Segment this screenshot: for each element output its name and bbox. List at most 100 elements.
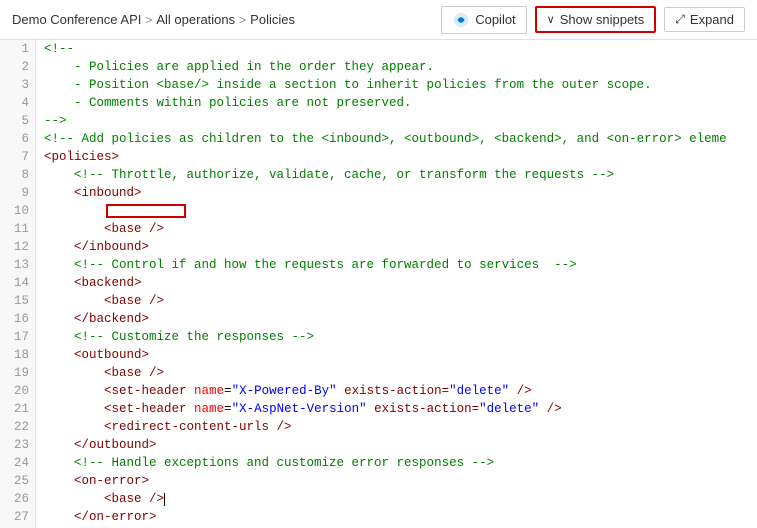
breadcrumb-part1[interactable]: Demo Conference API bbox=[12, 12, 141, 27]
line-number: 3 bbox=[0, 76, 35, 94]
line-number: 23 bbox=[0, 436, 35, 454]
code-line: <!-- Throttle, authorize, validate, cach… bbox=[36, 166, 757, 184]
line-number: 19 bbox=[0, 364, 35, 382]
text-cursor bbox=[164, 493, 165, 506]
line-number: 22 bbox=[0, 418, 35, 436]
expand-button[interactable]: ⤢ Expand bbox=[664, 7, 745, 32]
breadcrumb-part2[interactable]: All operations bbox=[156, 12, 235, 27]
code-area[interactable]: <!-- - Policies are applied in the order… bbox=[36, 40, 757, 528]
tag-token: </inbound> bbox=[44, 238, 149, 256]
tag-token: exists-action= bbox=[367, 400, 480, 418]
comment-token: - Comments within policies are not prese… bbox=[44, 94, 412, 112]
line-number: 11 bbox=[0, 220, 35, 238]
comment-token: <!-- Customize the responses --> bbox=[44, 328, 314, 346]
tag-token: <base /> bbox=[44, 364, 164, 382]
comment-token: - Position <base/> inside a section to i… bbox=[44, 76, 652, 94]
show-snippets-button[interactable]: ∨ Show snippets bbox=[535, 6, 657, 33]
code-line: <base /> bbox=[36, 490, 757, 508]
line-number: 20 bbox=[0, 382, 35, 400]
code-line: --> bbox=[36, 112, 757, 130]
code-line: </outbound> bbox=[36, 436, 757, 454]
code-line: <!-- Customize the responses --> bbox=[36, 328, 757, 346]
line-number: 7 bbox=[0, 148, 35, 166]
tag-token: <on-error> bbox=[44, 472, 149, 490]
expand-label: Expand bbox=[690, 12, 734, 27]
tag-token: </outbound> bbox=[44, 436, 157, 454]
line-number: 9 bbox=[0, 184, 35, 202]
attr-token: name bbox=[194, 400, 224, 418]
chevron-down-icon: ∨ bbox=[547, 13, 555, 26]
line-number: 24 bbox=[0, 454, 35, 472]
tag-token: /> bbox=[539, 400, 562, 418]
code-line: <base /> bbox=[36, 364, 757, 382]
code-line: </on-error> bbox=[36, 508, 757, 526]
code-line: <outbound> bbox=[36, 346, 757, 364]
code-line: <!-- bbox=[36, 40, 757, 58]
string-token: "X-AspNet-Version" bbox=[232, 400, 367, 418]
line-number: 25 bbox=[0, 472, 35, 490]
tag-token: </backend> bbox=[44, 310, 149, 328]
copilot-button[interactable]: Copilot bbox=[441, 6, 526, 34]
comment-token: --> bbox=[44, 112, 67, 130]
line-numbers: 1234567891011121314151617181920212223242… bbox=[0, 40, 36, 528]
highlight-placeholder bbox=[106, 204, 186, 218]
code-line: - Policies are applied in the order they… bbox=[36, 58, 757, 76]
string-token: "X-Powered-By" bbox=[232, 382, 337, 400]
breadcrumb-part3: Policies bbox=[250, 12, 295, 27]
code-line: <set-header name="X-AspNet-Version" exis… bbox=[36, 400, 757, 418]
line-number: 5 bbox=[0, 112, 35, 130]
tag-token: exists-action= bbox=[337, 382, 450, 400]
line-number: 17 bbox=[0, 328, 35, 346]
tag-token: <inbound> bbox=[44, 184, 142, 202]
breadcrumb-sep2: > bbox=[239, 13, 246, 27]
code-line bbox=[36, 202, 757, 220]
tag-token: <policies> bbox=[44, 148, 119, 166]
comment-token: - Policies are applied in the order they… bbox=[44, 58, 434, 76]
code-line: <base /> bbox=[36, 220, 757, 238]
tag-token: <base /> bbox=[44, 220, 164, 238]
line-number: 13 bbox=[0, 256, 35, 274]
header-actions: Copilot ∨ Show snippets ⤢ Expand bbox=[441, 6, 745, 34]
line-number: 4 bbox=[0, 94, 35, 112]
string-token: "delete" bbox=[449, 382, 509, 400]
tag-token: /> bbox=[509, 382, 532, 400]
code-line: <policies> bbox=[36, 148, 757, 166]
line-number: 26 bbox=[0, 490, 35, 508]
line-number: 1 bbox=[0, 40, 35, 58]
line-number: 21 bbox=[0, 400, 35, 418]
tag-token: <outbound> bbox=[44, 346, 149, 364]
string-token: "delete" bbox=[479, 400, 539, 418]
header-bar: Demo Conference API > All operations > P… bbox=[0, 0, 757, 40]
code-line: <redirect-content-urls /> bbox=[36, 418, 757, 436]
attr-token: name bbox=[194, 382, 224, 400]
code-line: </backend> bbox=[36, 310, 757, 328]
code-line: <base /> bbox=[36, 292, 757, 310]
code-line: <!-- Handle exceptions and customize err… bbox=[36, 454, 757, 472]
tag-token: </on-error> bbox=[44, 508, 157, 526]
comment-token: <!-- Throttle, authorize, validate, cach… bbox=[44, 166, 614, 184]
code-editor[interactable]: 1234567891011121314151617181920212223242… bbox=[0, 40, 757, 528]
text-token: = bbox=[224, 400, 232, 418]
code-line: <set-header name="X-Powered-By" exists-a… bbox=[36, 382, 757, 400]
comment-token: <!-- Add policies as children to the <in… bbox=[44, 130, 727, 148]
code-line: <on-error> bbox=[36, 472, 757, 490]
tag-token: <set-header bbox=[44, 400, 194, 418]
copilot-icon bbox=[452, 11, 470, 29]
line-number: 18 bbox=[0, 346, 35, 364]
expand-icon: ⤢ bbox=[675, 12, 685, 27]
breadcrumb: Demo Conference API > All operations > P… bbox=[12, 12, 295, 27]
show-snippets-label: Show snippets bbox=[560, 12, 645, 27]
code-line: - Position <base/> inside a section to i… bbox=[36, 76, 757, 94]
code-line: <inbound> bbox=[36, 184, 757, 202]
line-number: 15 bbox=[0, 292, 35, 310]
tag-token: <base /> bbox=[44, 490, 164, 508]
tag-token: <redirect-content-urls /> bbox=[44, 418, 292, 436]
line-number: 16 bbox=[0, 310, 35, 328]
line-number: 12 bbox=[0, 238, 35, 256]
code-line: </inbound> bbox=[36, 238, 757, 256]
line-number: 27 bbox=[0, 508, 35, 526]
comment-token: <!-- bbox=[44, 40, 74, 58]
line-number: 6 bbox=[0, 130, 35, 148]
code-line: - Comments within policies are not prese… bbox=[36, 94, 757, 112]
tag-token: <backend> bbox=[44, 274, 142, 292]
